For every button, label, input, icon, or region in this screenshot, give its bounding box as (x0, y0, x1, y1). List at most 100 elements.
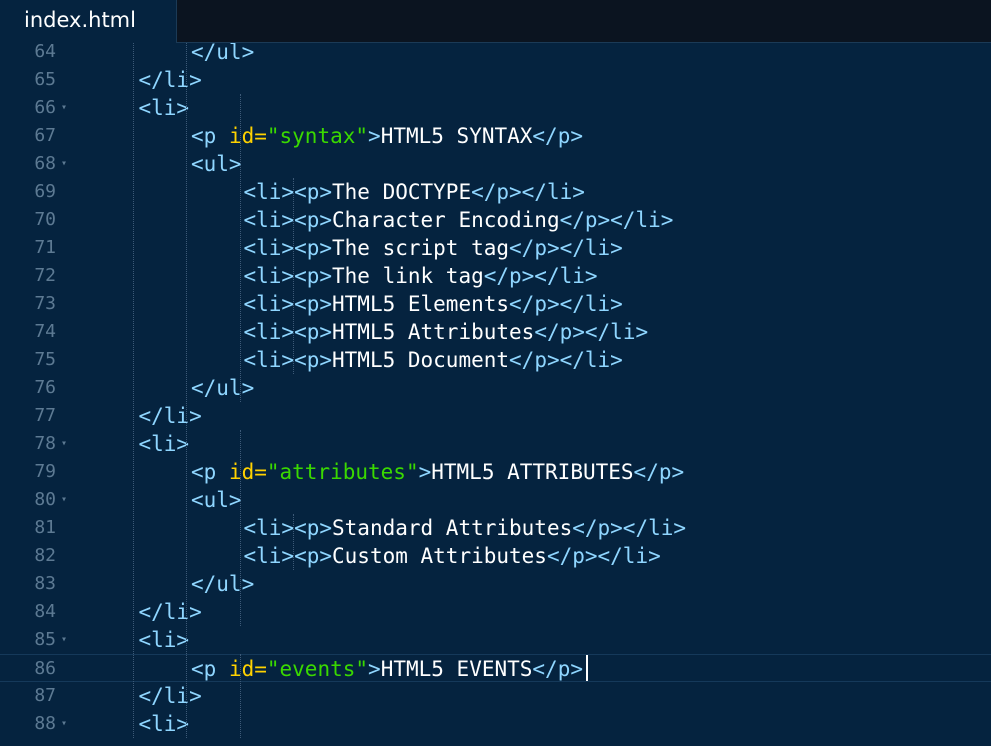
code-text: <li><p>HTML5 Attributes</p></li> (244, 318, 649, 346)
syntax-token-tag: </p> (532, 124, 583, 148)
code-line[interactable]: 70 <li><p>Character Encoding</p></li> (0, 206, 991, 234)
code-line[interactable]: 72 <li><p>The link tag</p></li> (0, 262, 991, 290)
syntax-token-tag: <li><p> (243, 264, 333, 288)
syntax-token-tag: </p></li> (534, 320, 649, 344)
code-line[interactable]: 78 ▾ <li> (0, 430, 991, 458)
fold-arrow-icon[interactable]: ▾ (61, 626, 67, 654)
syntax-token-tag: </p></li> (572, 516, 687, 540)
code-text: <li><p>The DOCTYPE</p></li> (244, 178, 585, 206)
code-line[interactable]: 74 <li><p>HTML5 Attributes</p></li> (0, 318, 991, 346)
indent-guide (186, 43, 187, 738)
syntax-token-str: "attributes" (266, 460, 419, 484)
line-number: 69 (34, 181, 56, 202)
syntax-token-tag: <ul> (191, 488, 242, 512)
tab-index-html[interactable]: index.html (0, 0, 177, 43)
indent-guide (240, 94, 241, 402)
syntax-token-txt: Character Encoding (332, 208, 560, 232)
code-line[interactable]: 67 <p id="syntax">HTML5 SYNTAX</p> (0, 122, 991, 150)
syntax-token-tag: > (368, 124, 381, 148)
code-text: </ul> (191, 570, 254, 598)
syntax-token-tag: <li><p> (243, 320, 333, 344)
code-line[interactable]: 75 <li><p>HTML5 Document</p></li> (0, 346, 991, 374)
code-text: </li> (139, 66, 202, 94)
line-number: 73 (34, 293, 56, 314)
code-line[interactable]: 79 <p id="attributes">HTML5 ATTRIBUTES</p… (0, 458, 991, 486)
syntax-token-txt: HTML5 Document (332, 348, 510, 372)
code-text: <p id="syntax">HTML5 SYNTAX</p> (191, 122, 583, 150)
code-text: <li> (139, 94, 190, 122)
code-line[interactable]: 68 ▾ <ul> (0, 150, 991, 178)
code-editor[interactable]: 64 </ul> 65 </li> 66 ▾ <li> 67 <p id="syntax">HT… (0, 43, 991, 746)
syntax-token-tag: </p> (532, 657, 583, 681)
code-line[interactable]: 86 <p id="events">HTML5 EVENTS</p> (0, 654, 991, 682)
code-line[interactable]: 84 </li> (0, 598, 991, 626)
fold-arrow-icon[interactable]: ▾ (61, 486, 67, 514)
syntax-token-tag: <li><p> (243, 180, 333, 204)
code-text: <p id="attributes">HTML5 ATTRIBUTES</p> (191, 458, 684, 486)
line-number: 84 (34, 601, 56, 622)
code-text: <li> (139, 710, 190, 738)
syntax-token-tag: </ul> (191, 572, 255, 596)
code-text: <p id="events">HTML5 EVENTS</p> (191, 655, 583, 683)
code-line[interactable]: 77 </li> (0, 402, 991, 430)
line-number: 72 (34, 265, 56, 286)
syntax-token-tag: <p (191, 460, 229, 484)
code-text: <li><p>HTML5 Elements</p></li> (244, 290, 623, 318)
line-number: 71 (34, 237, 56, 258)
code-text: <ul> (191, 150, 242, 178)
syntax-token-tag: > (368, 657, 381, 681)
syntax-token-tag: <li><p> (243, 516, 333, 540)
syntax-token-txt: Standard Attributes (332, 516, 573, 540)
syntax-token-tag: </p></li> (509, 348, 623, 372)
syntax-token-tag: </li> (138, 404, 202, 428)
syntax-token-tag: <li> (138, 712, 190, 736)
syntax-token-tag: <li><p> (243, 544, 333, 568)
code-line[interactable]: 69 <li><p>The DOCTYPE</p></li> (0, 178, 991, 206)
syntax-token-tag: </p></li> (559, 208, 674, 232)
code-text: </li> (139, 598, 202, 626)
code-text: <ul> (191, 486, 242, 514)
line-number: 87 (34, 685, 56, 706)
indent-guide (240, 430, 241, 626)
fold-arrow-icon[interactable]: ▾ (61, 94, 67, 122)
code-line[interactable]: 87 </li> (0, 682, 991, 710)
fold-arrow-icon[interactable]: ▾ (61, 150, 67, 178)
code-line[interactable]: 64 </ul> (0, 43, 991, 66)
code-line[interactable]: 82 <li><p>Custom Attributes</p></li> (0, 542, 991, 570)
syntax-token-tag: </p></li> (483, 264, 598, 288)
syntax-token-tag: <ul> (191, 152, 242, 176)
code-line[interactable]: 81 <li><p>Standard Attributes</p></li> (0, 514, 991, 542)
code-line[interactable]: 65 </li> (0, 66, 991, 94)
code-line[interactable]: 71 <li><p>The script tag</p></li> (0, 234, 991, 262)
line-number: 77 (34, 405, 56, 426)
syntax-token-tag: </li> (138, 684, 202, 708)
code-line[interactable]: 80 ▾ <ul> (0, 486, 991, 514)
line-number: 68 (34, 153, 56, 174)
syntax-token-attr: id= (228, 124, 267, 148)
syntax-token-tag: <p (191, 657, 229, 681)
code-line[interactable]: 85 ▾ <li> (0, 626, 991, 654)
syntax-token-tag: > (418, 460, 432, 484)
line-number: 85 (34, 629, 56, 650)
line-number: 67 (34, 125, 56, 146)
code-line[interactable]: 83 </ul> (0, 570, 991, 598)
syntax-token-tag: <li> (138, 96, 190, 120)
syntax-token-tag: </p></li> (509, 236, 623, 260)
code-line[interactable]: 73 <li><p>HTML5 Elements</p></li> (0, 290, 991, 318)
syntax-token-tag: </ul> (191, 376, 255, 400)
code-line[interactable]: 88 ▾ <li> (0, 710, 991, 738)
syntax-token-tag: <li><p> (243, 208, 333, 232)
syntax-token-txt: The DOCTYPE (332, 180, 472, 204)
syntax-token-tag: <li><p> (243, 292, 333, 316)
syntax-token-tag: </p></li> (471, 180, 585, 204)
code-text: <li><p>Custom Attributes</p></li> (244, 542, 661, 570)
syntax-token-attr: id= (228, 657, 267, 681)
code-line[interactable]: 66 ▾ <li> (0, 94, 991, 122)
syntax-token-tag: <li><p> (243, 348, 333, 372)
fold-arrow-icon[interactable]: ▾ (61, 430, 67, 458)
line-number: 74 (34, 321, 56, 342)
code-line[interactable]: 76 </ul> (0, 374, 991, 402)
syntax-token-str: "events" (266, 657, 369, 681)
line-number: 81 (34, 517, 56, 538)
fold-arrow-icon[interactable]: ▾ (61, 710, 67, 738)
